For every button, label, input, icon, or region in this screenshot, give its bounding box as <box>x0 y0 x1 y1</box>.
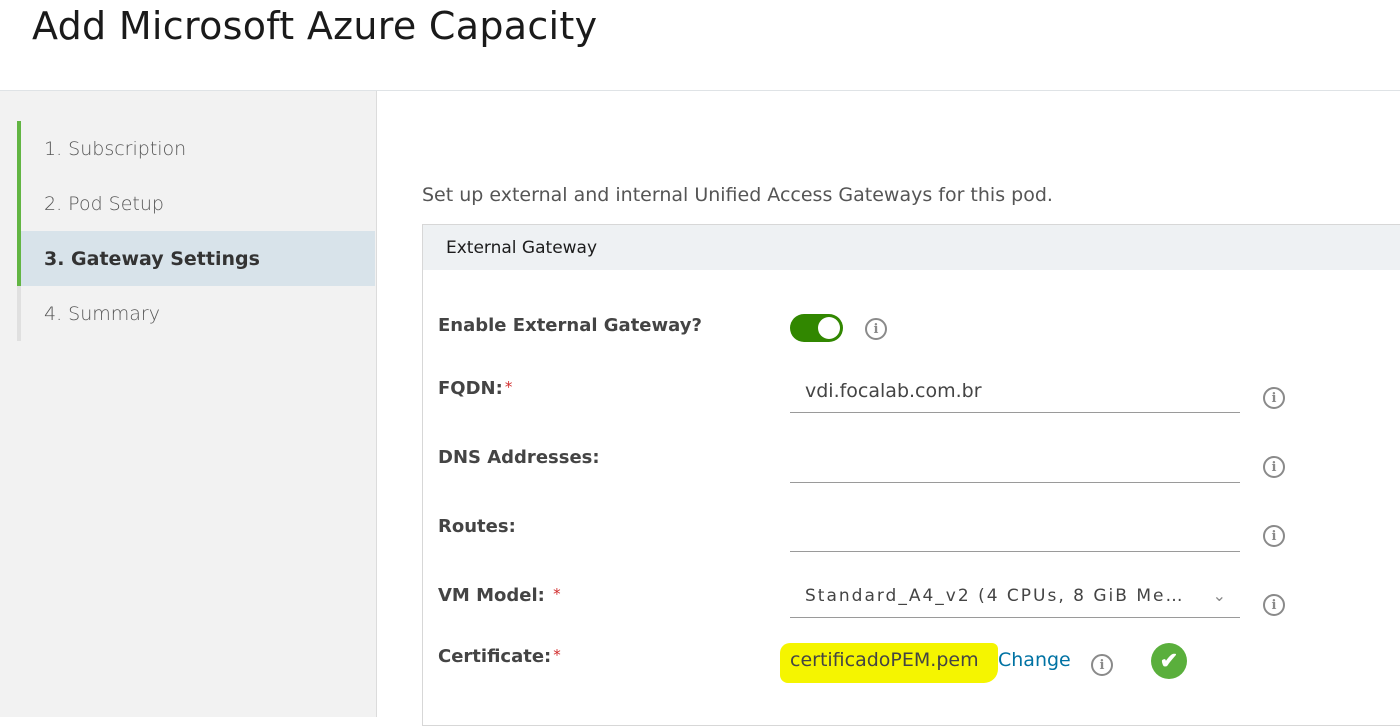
certificate-filename: certificadoPEM.pem <box>790 649 979 671</box>
fqdn-input[interactable]: vdi.focalab.com.br <box>790 369 1240 413</box>
wizard-steps-sidebar: 1. Subscription 2. Pod Setup 3. Gateway … <box>0 91 377 717</box>
routes-input[interactable] <box>790 508 1240 552</box>
info-icon[interactable]: i <box>1263 456 1285 478</box>
vm-model-select[interactable]: Standard_A4_v2 (4 CPUs, 8 GiB Me… ⌄ <box>790 574 1240 618</box>
intro-text: Set up external and internal Unified Acc… <box>422 184 1053 206</box>
step-label: 1. Subscription <box>44 137 187 160</box>
vm-model-value: Standard_A4_v2 (4 CPUs, 8 GiB Me… <box>805 585 1185 606</box>
check-icon: ✔ <box>1151 643 1187 679</box>
dns-label: DNS Addresses: <box>438 447 600 468</box>
step-label: 3. Gateway Settings <box>44 247 260 270</box>
routes-label: Routes: <box>438 516 516 537</box>
fqdn-label-text: FQDN: <box>438 378 503 399</box>
info-icon[interactable]: i <box>1091 654 1113 676</box>
certificate-label-text: Certificate: <box>438 646 552 667</box>
required-asterisk: * <box>553 585 561 603</box>
change-certificate-link[interactable]: Change <box>998 649 1071 671</box>
enable-gateway-label: Enable External Gateway? <box>438 315 702 336</box>
chevron-down-icon: ⌄ <box>1212 586 1226 605</box>
step-gateway-settings[interactable]: 3. Gateway Settings <box>17 231 375 286</box>
step-subscription[interactable]: 1. Subscription <box>17 121 375 176</box>
vm-model-label-text: VM Model: <box>438 585 545 606</box>
step-pod-setup[interactable]: 2. Pod Setup <box>17 176 375 231</box>
toggle-knob <box>818 317 840 339</box>
page-title: Add Microsoft Azure Capacity <box>32 4 598 48</box>
step-label: 4. Summary <box>44 302 160 325</box>
panel-header: External Gateway <box>423 225 1400 270</box>
info-icon[interactable]: i <box>1263 594 1285 616</box>
step-label: 2. Pod Setup <box>44 192 164 215</box>
info-icon[interactable]: i <box>865 318 887 340</box>
step-summary[interactable]: 4. Summary <box>17 286 375 341</box>
vm-model-label: VM Model: * <box>438 585 561 606</box>
required-asterisk: * <box>504 378 513 396</box>
info-icon[interactable]: i <box>1263 525 1285 547</box>
info-icon[interactable]: i <box>1263 387 1285 409</box>
certificate-label: Certificate: * <box>438 646 561 667</box>
enable-gateway-toggle[interactable] <box>790 314 843 342</box>
required-asterisk: * <box>553 646 561 664</box>
fqdn-label: FQDN: * <box>438 378 512 399</box>
dns-addresses-input[interactable] <box>790 439 1240 483</box>
